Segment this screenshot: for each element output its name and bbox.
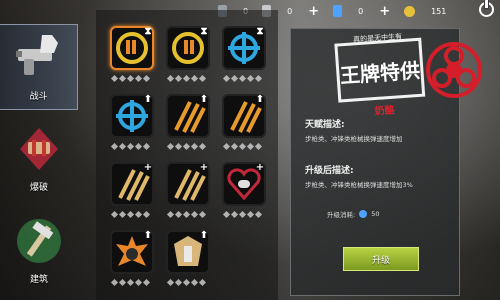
level-dots: [166, 278, 207, 287]
biohazard-icon: [426, 42, 482, 98]
hourglass-icon: ⧗: [256, 26, 264, 37]
category-demolition-label: 爆破: [29, 183, 48, 193]
hourglass-icon: ⧗: [200, 26, 208, 37]
level-dots: [222, 210, 263, 219]
upgrade-arrow-icon: ⬆: [199, 230, 209, 241]
category-combat-label: 战斗: [29, 92, 48, 102]
upgrade-button[interactable]: 升级: [343, 247, 419, 271]
add-gem-button[interactable]: +: [379, 4, 390, 19]
gold-coin-icon: [404, 5, 416, 17]
category-demolition[interactable]: 爆破: [0, 116, 78, 202]
level-dots: [222, 142, 263, 151]
level-dots: [110, 210, 151, 219]
resource-gold-value: 151: [431, 6, 447, 16]
watermark-stamp: 真的是无中生有 王牌特供 奶酪: [334, 31, 482, 118]
talent-grid: ⧗ ⧗ ⧗ ⬆ ⬆ ⬆ + + + ⬆ ⬆: [96, 10, 278, 300]
category-build-label: 建筑: [29, 275, 48, 285]
add-doc-button[interactable]: +: [308, 4, 319, 19]
upgrade-arrow-icon: ⬆: [255, 94, 265, 105]
resource-gem-value: 0: [358, 6, 364, 16]
plus-icon: +: [255, 162, 265, 173]
resource-gem: 0 +: [333, 4, 390, 19]
power-icon[interactable]: [479, 0, 494, 17]
gem-card-icon: [333, 5, 343, 17]
after-upgrade-text: 步枪类、冲锋类枪械换弹速度增加3%: [305, 181, 413, 189]
stamp-bottom-text: 奶酪: [374, 103, 396, 117]
level-dots: [222, 74, 263, 83]
category-sidebar: 战斗 爆破 建筑: [0, 24, 86, 300]
stamp-main-text: 王牌特供: [339, 58, 420, 88]
level-dots: [110, 74, 151, 83]
category-build[interactable]: 建筑: [0, 208, 78, 294]
level-dots: [166, 142, 207, 151]
after-upgrade-title: 升级后描述:: [305, 166, 354, 176]
upgrade-cost-label: 升级消耗:: [327, 211, 356, 219]
upgrade-arrow-icon: ⬆: [199, 94, 209, 105]
upgrade-cost: 升级消耗: 50: [327, 209, 379, 219]
upgrade-arrow-icon: ⬆: [143, 230, 153, 241]
plus-icon: +: [199, 162, 209, 173]
hourglass-icon: ⧗: [144, 26, 152, 37]
hammer-build-icon: [17, 219, 61, 263]
resource-doc-value: 0: [287, 6, 293, 16]
talent-description-text: 步枪类、冲锋类枪械换弹速度增加: [305, 135, 403, 143]
level-dots: [166, 74, 207, 83]
pistol-fist-icon: [15, 35, 58, 75]
level-dots: [110, 278, 151, 287]
upgrade-cost-value: 50: [371, 210, 380, 218]
category-combat[interactable]: 战斗: [0, 24, 78, 110]
talent-description-title: 天赋描述:: [305, 120, 345, 130]
gem-icon: [359, 210, 368, 218]
plus-icon: +: [143, 162, 153, 173]
level-dots: [110, 142, 151, 151]
resource-gold: 151: [404, 5, 447, 17]
explosive-hand-icon: [20, 128, 58, 170]
level-dots: [166, 210, 207, 219]
upgrade-arrow-icon: ⬆: [143, 94, 153, 105]
